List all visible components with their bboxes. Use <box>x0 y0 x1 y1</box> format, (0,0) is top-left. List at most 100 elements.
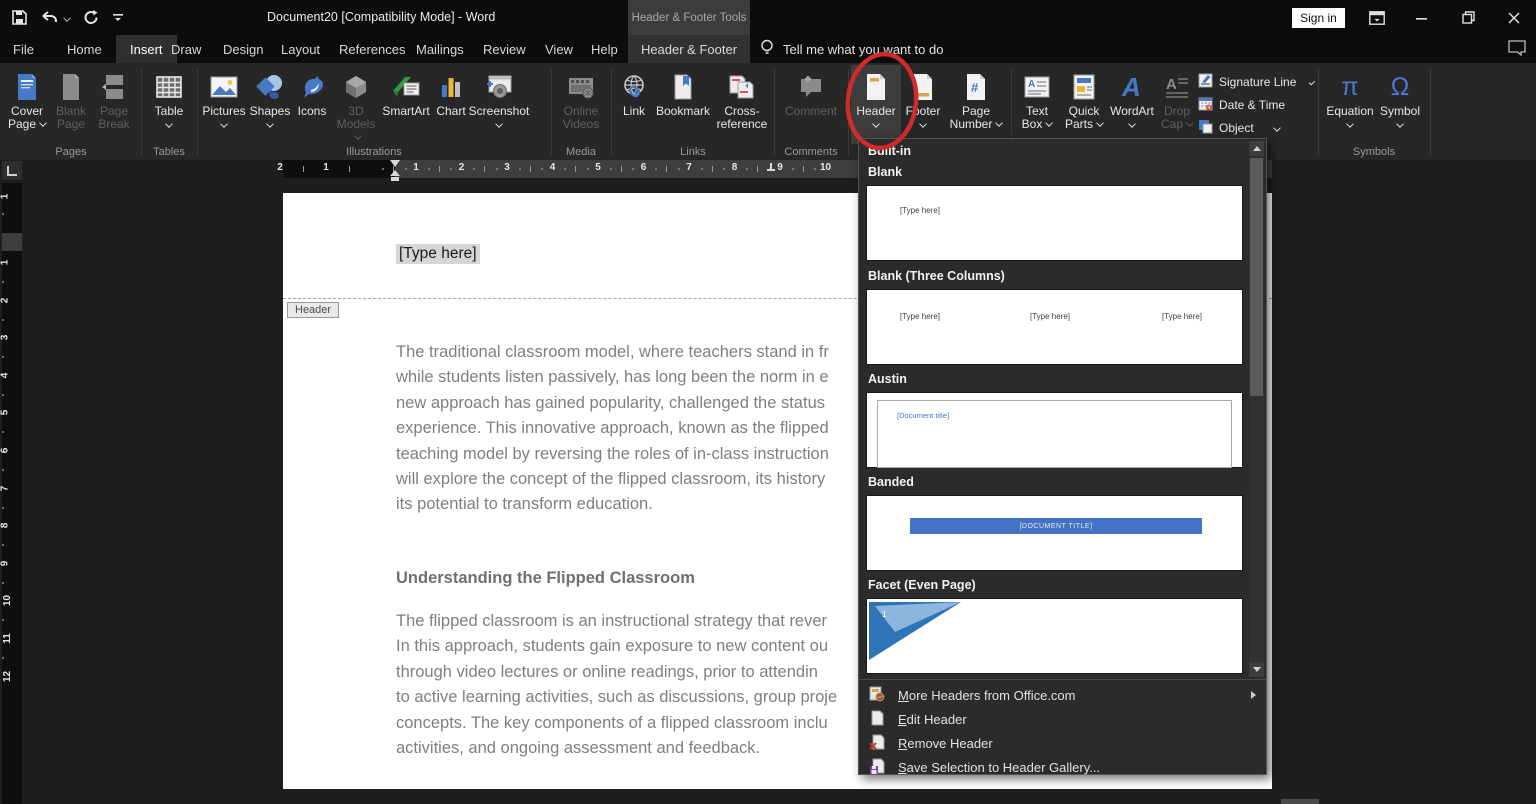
restore-button[interactable] <box>1451 0 1485 35</box>
tab-references[interactable]: References <box>335 35 409 63</box>
date-time-button[interactable]: Date & Time <box>1198 95 1314 114</box>
header-button[interactable]: Header <box>851 65 901 144</box>
tab-home[interactable]: Home <box>63 35 106 63</box>
quick-parts-button[interactable]: Quick Parts <box>1060 65 1108 144</box>
horizontal-scrollbar-thumb[interactable] <box>1281 799 1319 804</box>
feedback-bubble-icon[interactable] <box>1508 40 1526 61</box>
left-indent-marker[interactable] <box>391 177 399 181</box>
redo-icon[interactable] <box>84 10 99 25</box>
tab-mailings[interactable]: Mailings <box>412 35 468 63</box>
tab-review[interactable]: Review <box>479 35 530 63</box>
menu-item-remove-header[interactable]: Remove Header <box>860 731 1265 755</box>
header-gallery-dropdown: Built-in Blank [Type here] Blank (Three … <box>858 138 1267 775</box>
ribbon: Cover Page Blank Page Page Break Pages T… <box>0 63 1536 160</box>
body-line: will explore the concept of the flipped … <box>396 470 829 495</box>
chart-button[interactable]: Chart <box>432 65 470 144</box>
menu-item-save-selection[interactable]: Save Selection to Header Gallery... <box>860 755 1265 779</box>
customize-qat-icon[interactable] <box>113 12 123 24</box>
more-headers-icon <box>869 686 885 705</box>
link-button[interactable]: Link <box>614 65 654 144</box>
group-label-media: Media <box>553 146 609 158</box>
pictures-button[interactable]: Pictures <box>200 65 248 144</box>
gallery-label-banded: Banded <box>868 475 914 489</box>
wordart-button[interactable]: A WordArt <box>1108 65 1156 144</box>
icons-icon <box>299 68 325 105</box>
body-line: activities, and ongoing assessment and f… <box>396 739 837 764</box>
signature-line-button[interactable]: Signature Line <box>1198 72 1314 91</box>
menu-item-more-headers[interactable]: More Headers from Office.com <box>860 683 1265 707</box>
gallery-item-blank-three-columns[interactable]: [Type here] [Type here] [Type here] <box>866 289 1243 365</box>
scroll-up-icon[interactable] <box>1249 141 1264 156</box>
text-box-icon: A <box>1023 68 1051 105</box>
right-indent-marker-stem <box>770 163 772 171</box>
hanging-indent-marker[interactable] <box>390 170 400 176</box>
online-videos-icon <box>567 68 595 105</box>
group-links: Link Bookmark Cross-reference Links <box>614 63 772 160</box>
gallery-item-blank[interactable]: [Type here] <box>866 185 1243 261</box>
scrollbar-thumb[interactable] <box>1250 158 1263 396</box>
tell-me-box[interactable]: Tell me what you want to do <box>760 35 943 63</box>
h-ruler-margin-area <box>283 160 395 178</box>
tab-draw[interactable]: Draw <box>167 35 205 63</box>
close-button[interactable] <box>1497 0 1531 35</box>
cross-reference-icon <box>728 68 756 105</box>
page-break-icon <box>101 68 127 105</box>
text-box-button[interactable]: A Text Box <box>1014 65 1060 144</box>
body-line: In this approach, students gain exposure… <box>396 637 837 662</box>
page-number-icon: # <box>964 68 988 105</box>
group-media: Online Videos Media <box>553 63 609 160</box>
tab-header-footer[interactable]: Header & Footer <box>628 35 750 63</box>
header-type-here-field[interactable]: [Type here] <box>396 244 480 264</box>
cover-page-icon <box>14 68 40 105</box>
undo-button[interactable] <box>41 11 70 25</box>
footer-button[interactable]: Footer <box>901 65 945 144</box>
table-icon <box>155 68 183 105</box>
tab-help[interactable]: Help <box>587 35 622 63</box>
paragraph-2: The flipped classroom is an instructiona… <box>396 612 837 764</box>
cover-page-button[interactable]: Cover Page <box>4 65 50 144</box>
shapes-button[interactable]: Shapes <box>248 65 292 144</box>
body-line: The flipped classroom is an instructiona… <box>396 612 837 637</box>
scroll-down-icon[interactable] <box>1249 662 1264 677</box>
menu-item-edit-header[interactable]: Edit Header <box>860 707 1265 731</box>
svg-text:A: A <box>1121 73 1141 101</box>
horizontal-ruler[interactable]: 2112345678910 <box>0 160 1536 178</box>
edit-header-icon <box>869 710 885 729</box>
body-line: new approach has gained popularity, chal… <box>396 394 829 419</box>
smartart-button[interactable]: SmartArt <box>380 65 432 144</box>
bookmark-button[interactable]: Bookmark <box>654 65 712 144</box>
ribbon-tabs-bar: File Home Insert Draw Design Layout Refe… <box>0 35 1536 63</box>
paragraph-1: The traditional classroom model, where t… <box>396 343 829 521</box>
tab-view[interactable]: View <box>541 35 577 63</box>
symbol-button[interactable]: Ω Symbol <box>1376 65 1424 144</box>
icons-button[interactable]: Icons <box>292 65 332 144</box>
first-line-indent-marker[interactable] <box>390 160 400 167</box>
screenshot-button[interactable]: Screenshot <box>470 65 528 144</box>
link-icon <box>621 68 647 105</box>
tab-design[interactable]: Design <box>219 35 267 63</box>
gallery-item-banded[interactable]: [DOCUMENT TITLE] <box>866 495 1243 571</box>
gallery-item-austin[interactable]: [Document title] <box>866 392 1243 468</box>
vertical-ruler[interactable]: 1123456789101112 <box>2 183 22 804</box>
group-tables: Table Tables <box>143 63 195 160</box>
3d-models-button: 3D Models <box>332 65 380 144</box>
tab-file[interactable]: File <box>9 35 38 63</box>
svg-text:1: 1 <box>882 610 887 619</box>
tell-me-label: Tell me what you want to do <box>783 42 943 57</box>
gallery-item-facet-even-page[interactable]: 1 <box>866 598 1243 674</box>
object-button[interactable]: Object <box>1198 118 1314 137</box>
minimize-button[interactable] <box>1405 0 1439 35</box>
cross-reference-button[interactable]: Cross-reference <box>712 65 772 144</box>
ribbon-display-options-icon[interactable] <box>1360 0 1394 35</box>
remove-header-icon <box>869 734 885 753</box>
group-label-links: Links <box>614 146 772 158</box>
gallery-scrollbar[interactable] <box>1249 141 1264 677</box>
gallery-label-blank-three-columns: Blank (Three Columns) <box>868 269 1005 283</box>
tab-layout[interactable]: Layout <box>277 35 324 63</box>
save-icon[interactable] <box>12 10 27 25</box>
sign-in-button[interactable]: Sign in <box>1292 8 1345 28</box>
equation-button[interactable]: π Equation <box>1324 65 1376 144</box>
undo-chevron-icon[interactable] <box>63 14 71 22</box>
table-button[interactable]: Table <box>145 65 193 144</box>
page-number-button[interactable]: # Page Number <box>945 65 1007 144</box>
